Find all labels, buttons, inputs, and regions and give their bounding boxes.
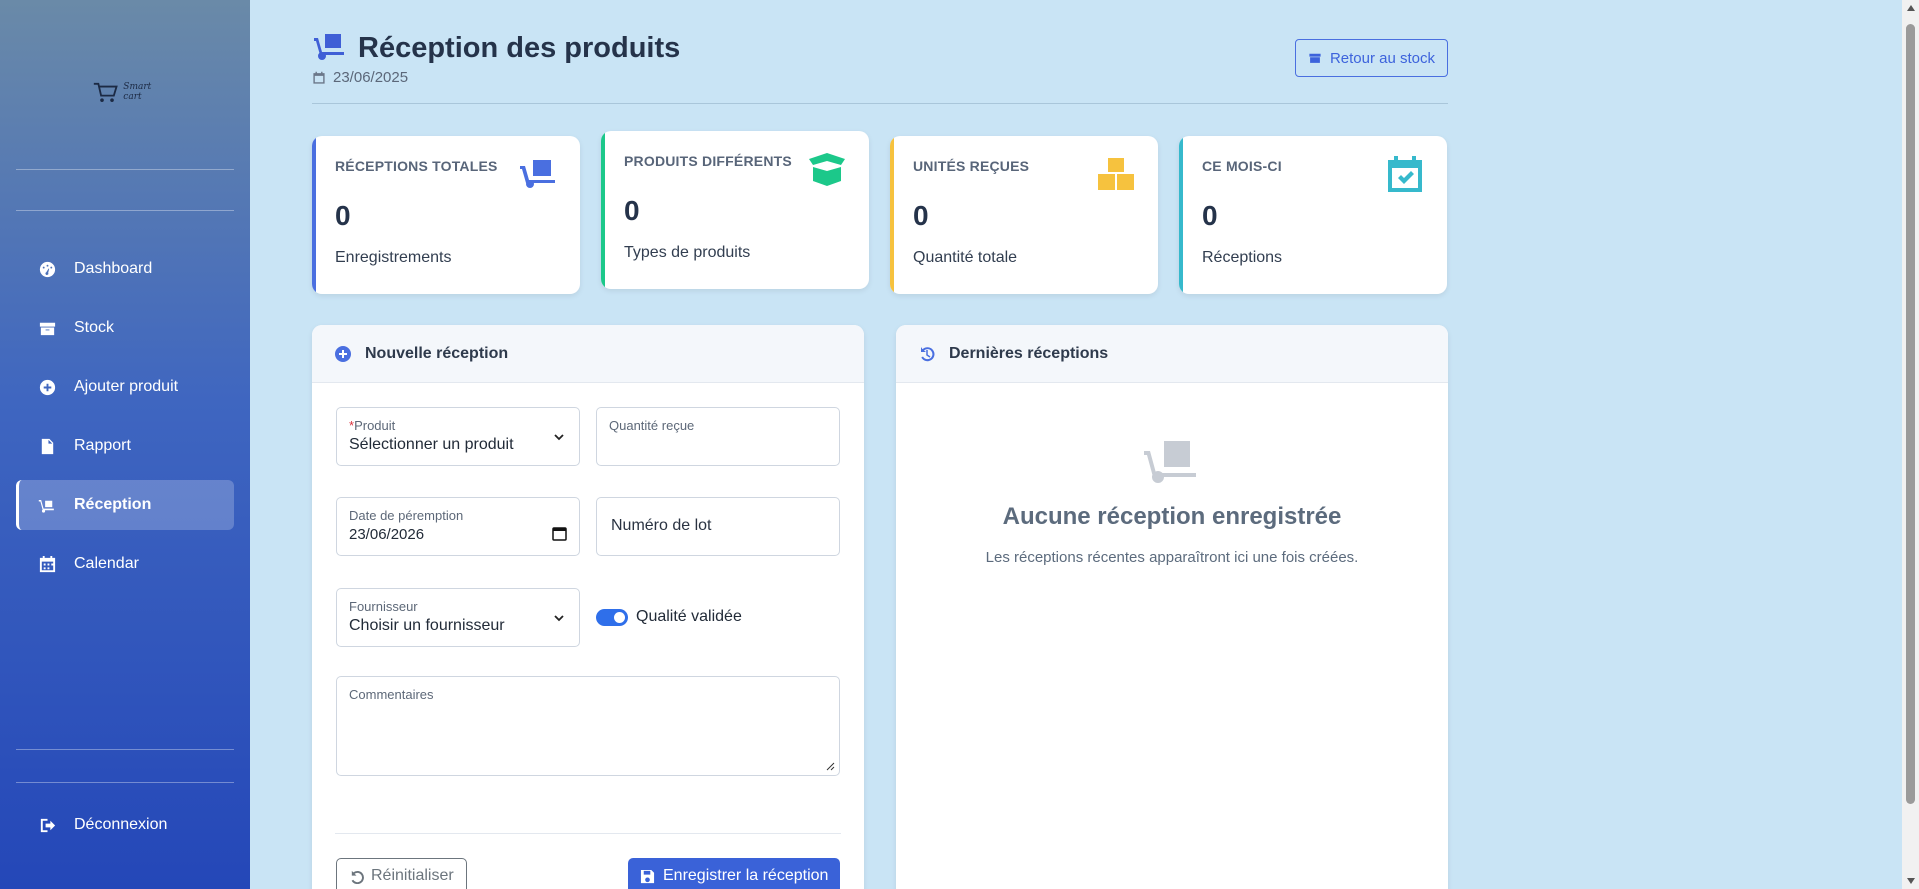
sidebar-divider: [16, 782, 234, 783]
stat-value: 0: [1202, 200, 1218, 231]
sidebar-item-stock[interactable]: Stock: [16, 303, 234, 353]
sidebar: Smart cart Dashboard Stock Ajouter produ…: [0, 0, 250, 889]
app-logo[interactable]: Smart cart: [92, 74, 168, 110]
stat-sub: Quantité totale: [913, 249, 1018, 266]
chevron-down-icon: [554, 434, 564, 441]
logout-button[interactable]: Déconnexion: [16, 800, 234, 850]
plus-circle-icon: [38, 378, 57, 397]
save-icon: [640, 869, 655, 883]
product-select[interactable]: *Produit Sélectionner un produit: [336, 407, 580, 466]
dolly-icon: [312, 30, 348, 67]
stat-value: 0: [913, 200, 929, 231]
supplier-select[interactable]: Fournisseur Choisir un fournisseur: [336, 588, 580, 647]
dolly-icon: [1142, 437, 1202, 487]
quality-validated-label: Qualité validée: [636, 608, 742, 625]
chevron-down-icon: [554, 615, 564, 622]
sidebar-item-label: Dashboard: [74, 260, 153, 277]
comments-textarea[interactable]: Commentaires: [336, 676, 840, 776]
save-reception-button[interactable]: Enregistrer la réception: [628, 858, 841, 889]
stat-value: 0: [335, 200, 351, 231]
sidebar-item-label: Ajouter produit: [74, 378, 179, 395]
reset-button[interactable]: Réinitialiser: [336, 858, 467, 889]
box-open-icon: [807, 151, 847, 187]
calendar-icon: [38, 555, 57, 574]
stat-card-units-received: Unités reçues 0 Quantité totale: [890, 136, 1158, 294]
sidebar-divider: [16, 210, 234, 211]
stat-sub: Types de produits: [624, 244, 751, 261]
stat-sub: Enregistrements: [335, 249, 452, 266]
history-icon: [921, 346, 935, 361]
sign-out-icon: [38, 816, 57, 835]
cart-icon: [93, 82, 118, 103]
new-reception-card: Nouvelle réception *Produit Sélectionner…: [312, 325, 864, 889]
box-icon: [38, 319, 57, 338]
sidebar-divider: [16, 749, 234, 750]
boxes-icon: [1096, 156, 1136, 192]
undo-icon: [351, 870, 364, 884]
stat-card-total-receptions: Réceptions totales 0 Enregistrements: [312, 136, 580, 294]
card-title: Nouvelle réception: [365, 344, 509, 362]
calendar-check-icon: [1385, 156, 1425, 192]
recent-receptions-card: Dernières réceptions Aucune réception en…: [896, 325, 1448, 889]
empty-state-title: Aucune réception enregistrée: [1002, 503, 1342, 530]
stat-value: 0: [624, 195, 640, 226]
card-header: Dernières réceptions: [896, 325, 1448, 383]
dolly-icon: [518, 156, 558, 192]
form-divider: [335, 833, 841, 834]
quality-validated-toggle[interactable]: [596, 609, 628, 626]
resize-handle-icon[interactable]: [825, 761, 835, 771]
logout-label: Déconnexion: [74, 816, 168, 833]
calendar-icon: [313, 71, 325, 84]
gauge-icon: [38, 260, 57, 279]
card-header: Nouvelle réception: [312, 325, 864, 383]
quantity-input[interactable]: Quantité reçue: [596, 407, 840, 466]
logo-text: Smart cart: [123, 82, 152, 102]
sidebar-item-label: Réception: [74, 496, 152, 513]
scroll-up-arrow-icon[interactable]: [1907, 5, 1915, 11]
sidebar-item-add-product[interactable]: Ajouter produit: [16, 362, 234, 412]
sidebar-item-report[interactable]: Rapport: [16, 421, 234, 471]
scroll-down-arrow-icon[interactable]: [1907, 878, 1915, 884]
sidebar-item-label: Rapport: [74, 437, 131, 454]
calendar-picker-icon[interactable]: [552, 526, 567, 541]
file-icon: [38, 437, 57, 456]
sidebar-divider: [16, 169, 234, 170]
sidebar-item-label: Calendar: [74, 555, 139, 572]
card-title: Dernières réceptions: [949, 344, 1109, 362]
stat-sub: Réceptions: [1202, 249, 1283, 266]
plus-circle-icon: [335, 345, 351, 362]
page-header: Réception des produits 23/06/2025 Retour…: [312, 30, 1448, 104]
dolly-icon: [38, 496, 57, 515]
empty-state-subtitle: Les réceptions récentes apparaîtront ici…: [985, 549, 1359, 566]
sidebar-item-calendar[interactable]: Calendar: [16, 539, 234, 589]
header-date: 23/06/2025: [333, 69, 409, 86]
scrollbar[interactable]: [1902, 0, 1919, 889]
stat-card-this-month: Ce mois-ci 0 Réceptions: [1179, 136, 1447, 294]
lot-number-input[interactable]: Numéro de lot: [596, 497, 840, 556]
box-icon: [1309, 53, 1321, 63]
page-title: Réception des produits: [358, 32, 681, 64]
scroll-thumb[interactable]: [1906, 24, 1915, 804]
expiry-date-input[interactable]: Date de péremption 23/06/2026: [336, 497, 580, 556]
stat-card-different-products: Produits différents 0 Types de produits: [601, 131, 869, 289]
sidebar-item-label: Stock: [74, 319, 115, 336]
back-to-stock-button[interactable]: Retour au stock: [1294, 39, 1448, 77]
sidebar-item-reception[interactable]: Réception: [16, 480, 234, 530]
sidebar-item-dashboard[interactable]: Dashboard: [16, 244, 234, 294]
